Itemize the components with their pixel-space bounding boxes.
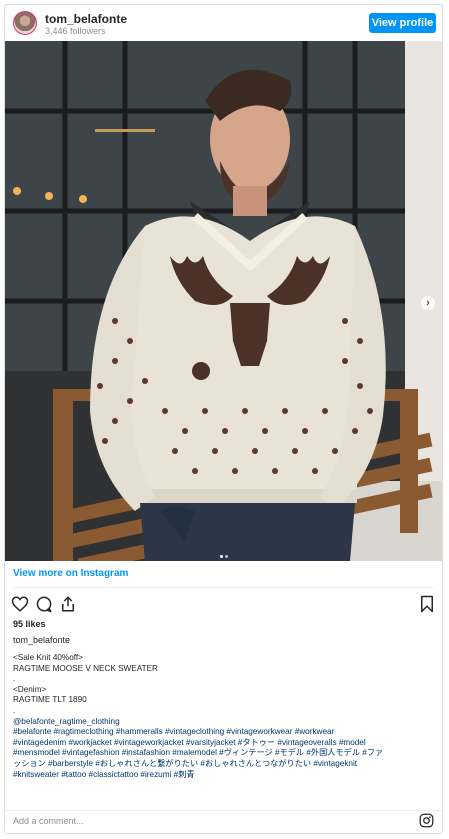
caption-username[interactable]: tom_belafonte [13, 635, 70, 645]
hashtag-line[interactable]: ッション #barberstyle #おしゃれさんと繋がりたい #おしゃれさんと… [13, 759, 433, 770]
share-icon[interactable] [59, 595, 77, 613]
view-more-link[interactable]: View more on Instagram [13, 568, 128, 579]
hashtag-line[interactable]: #belafonte #ragtimeclothing #hammeralls … [13, 727, 433, 738]
add-comment-input[interactable]: Add a comment... [13, 816, 84, 826]
carousel-indicator [5, 545, 442, 561]
divider [5, 810, 442, 811]
photo-illustration [5, 41, 442, 561]
caption: <Sale Knit 40%off> RAGTIME MOOSE V NECK … [13, 653, 433, 780]
caption-line: . [13, 705, 16, 715]
divider [13, 587, 434, 588]
like-count[interactable]: 95 likes [13, 619, 46, 629]
caption-handle-link[interactable]: @belafonte_ragtime_clothing [13, 717, 433, 728]
action-bar [11, 595, 436, 613]
post-photo[interactable]: › [5, 41, 442, 561]
username-link[interactable]: tom_belafonte [45, 12, 127, 26]
caption-line: <Sale Knit 40%off> [13, 653, 83, 662]
hashtag-line[interactable]: #vintagedenim #workjacket #vintageworkja… [13, 738, 433, 749]
avatar[interactable] [13, 11, 37, 35]
instagram-embed-card: tom_belafonte 3,446 followers View profi… [4, 4, 443, 834]
bookmark-icon[interactable] [418, 595, 436, 613]
hashtag-line[interactable]: #mensmodel #vintagefashion #instafashion… [13, 748, 433, 759]
post-header: tom_belafonte 3,446 followers View profi… [5, 5, 442, 41]
caption-line: RAGTIME TLT 1890 [13, 695, 87, 705]
caption-line: RAGTIME MOOSE V NECK SWEATER [13, 663, 158, 673]
caption-line: <Denim> [13, 684, 47, 694]
chevron-right-icon[interactable]: › [421, 296, 435, 310]
carousel-dot [224, 555, 228, 558]
heart-icon[interactable] [11, 595, 29, 613]
view-profile-button[interactable]: View profile [369, 13, 436, 33]
comment-icon[interactable] [35, 595, 53, 613]
carousel-dot [219, 555, 223, 558]
instagram-logo-icon[interactable] [419, 813, 434, 828]
hashtag-line[interactable]: #knitsweater #tattoo #classictattoo #ire… [13, 770, 433, 781]
caption-line: . [13, 674, 16, 684]
follower-count: 3,446 followers [45, 26, 106, 36]
